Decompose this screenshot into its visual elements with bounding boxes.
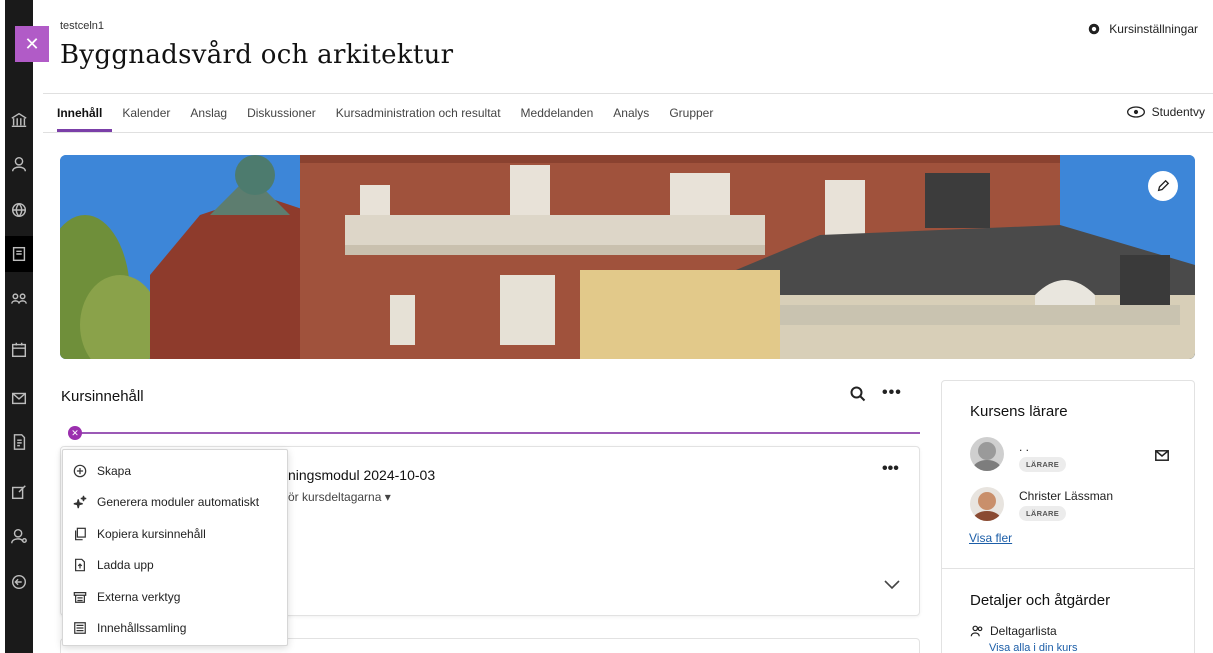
teacher-name[interactable]: . . — [1019, 440, 1029, 454]
rail-edge — [0, 0, 5, 653]
calendar-icon[interactable] — [5, 336, 33, 364]
search-icon[interactable] — [850, 386, 866, 402]
course-code: testceln1 — [60, 20, 105, 32]
see-more-link[interactable]: Visa fler — [969, 531, 1012, 545]
copy-icon — [75, 527, 86, 541]
course-settings-label: Kursinställningar — [1109, 22, 1198, 36]
menu-item-content-collection[interactable]: Innehållssamling — [63, 613, 287, 645]
pencil-icon — [1157, 179, 1170, 192]
edit-banner-button[interactable] — [1148, 171, 1178, 201]
participants-item[interactable]: Deltagarlista — [970, 624, 1057, 638]
menu-item-label: Generera moduler automatiskt — [97, 495, 260, 510]
tab-calendar[interactable]: Kalender — [112, 94, 180, 132]
messages-icon[interactable] — [5, 384, 33, 412]
avatar[interactable] — [970, 437, 1004, 471]
sparkle-icon — [73, 495, 87, 509]
module-visibility-dropdown[interactable]: ör kursdeltagarna ▾ — [288, 490, 391, 504]
profile-icon[interactable] — [5, 150, 33, 178]
page-title: Byggnadsvård och arkitektur — [60, 40, 454, 70]
course-banner-image — [60, 155, 1195, 359]
gear-icon — [1089, 23, 1100, 35]
eye-refresh-icon — [1126, 106, 1145, 118]
role-badge: LÄRARE — [1019, 506, 1067, 521]
sign-out-icon[interactable] — [5, 568, 33, 596]
menu-item-upload[interactable]: Ladda upp — [63, 550, 287, 582]
grades-icon[interactable] — [5, 428, 33, 456]
add-content-close-button[interactable]: ✕ — [68, 426, 82, 440]
role-badge: LÄRARE — [1019, 457, 1067, 472]
menu-item-create[interactable]: Skapa — [63, 455, 287, 487]
close-icon: ✕ — [71, 427, 79, 438]
course-settings-button[interactable]: Kursinställningar — [1087, 22, 1198, 36]
add-content-menu: Skapa Generera moduler automatiskt Kopie… — [62, 449, 288, 646]
view-all-participants-link[interactable]: Visa alla i din kurs — [989, 642, 1077, 653]
tab-list: Innehåll Kalender Anslag Diskussioner Ku… — [57, 94, 723, 132]
menu-item-label: Ladda upp — [97, 558, 154, 573]
user-settings-icon[interactable] — [5, 522, 33, 550]
tab-content[interactable]: Innehåll — [57, 94, 113, 132]
courses-icon[interactable] — [5, 236, 33, 272]
course-tabbar: Innehåll Kalender Anslag Diskussioner Ku… — [43, 93, 1213, 133]
menu-item-generate-modules[interactable]: Generera moduler automatiskt — [63, 487, 287, 519]
avatar[interactable] — [970, 487, 1004, 521]
people-icon — [970, 625, 983, 637]
menu-item-label: Skapa — [97, 463, 132, 478]
organizations-icon[interactable] — [5, 286, 33, 314]
menu-item-label: Innehållssamling — [97, 621, 187, 636]
panel-divider — [942, 568, 1194, 569]
globe-icon[interactable] — [5, 196, 33, 224]
collection-icon — [74, 622, 86, 635]
content-more-options-button[interactable]: ••• — [882, 384, 902, 402]
upload-file-icon — [75, 558, 85, 572]
course-content-heading: Kursinnehåll — [61, 388, 144, 405]
menu-item-copy-content[interactable]: Kopiera kursinnehåll — [63, 518, 287, 550]
institution-icon[interactable] — [5, 106, 33, 134]
student-view-button[interactable]: Studentvy — [1126, 105, 1205, 119]
module-more-options-button[interactable]: ••• — [882, 460, 899, 478]
tab-discussions[interactable]: Diskussioner — [237, 94, 326, 132]
participants-label: Deltagarlista — [990, 624, 1057, 638]
details-heading: Detaljer och åtgärder — [970, 592, 1111, 609]
teacher-name[interactable]: Christer Lässman — [1019, 489, 1113, 503]
close-icon: ✕ — [24, 33, 40, 54]
tools-icon[interactable] — [5, 478, 33, 506]
plus-circle-icon — [73, 464, 87, 478]
menu-item-label: Externa verktyg — [97, 589, 181, 604]
tab-groups[interactable]: Grupper — [659, 94, 723, 132]
teachers-heading: Kursens lärare — [970, 403, 1068, 420]
student-view-label: Studentvy — [1151, 105, 1205, 119]
store-icon — [73, 591, 87, 603]
menu-item-external-tools[interactable]: Externa verktyg — [63, 581, 287, 613]
module-title[interactable]: ningsmodul 2024-10-03 — [288, 467, 435, 483]
tab-announcements[interactable]: Anslag — [180, 94, 237, 132]
tab-messages[interactable]: Meddelanden — [511, 94, 604, 132]
close-course-button[interactable]: ✕ — [15, 26, 49, 62]
menu-item-label: Kopiera kursinnehåll — [97, 526, 206, 541]
chevron-down-icon[interactable] — [884, 580, 900, 590]
add-content-divider — [80, 432, 920, 434]
tab-gradebook[interactable]: Kursadministration och resultat — [326, 94, 511, 132]
tab-analytics[interactable]: Analys — [603, 94, 659, 132]
mail-icon[interactable] — [1155, 450, 1169, 461]
